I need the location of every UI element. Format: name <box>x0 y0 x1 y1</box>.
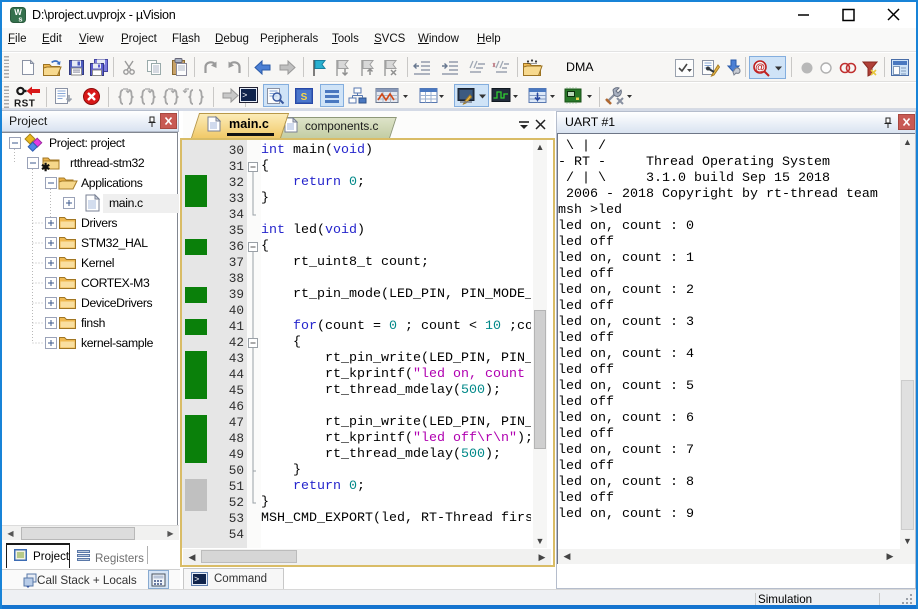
svg-text:>: > <box>242 91 247 101</box>
svg-text:RST: RST <box>14 99 35 109</box>
svg-text:@: @ <box>755 63 765 74</box>
svg-text:s: s <box>18 15 22 24</box>
svg-text:S: S <box>301 92 308 103</box>
svg-text:>: > <box>194 575 199 585</box>
